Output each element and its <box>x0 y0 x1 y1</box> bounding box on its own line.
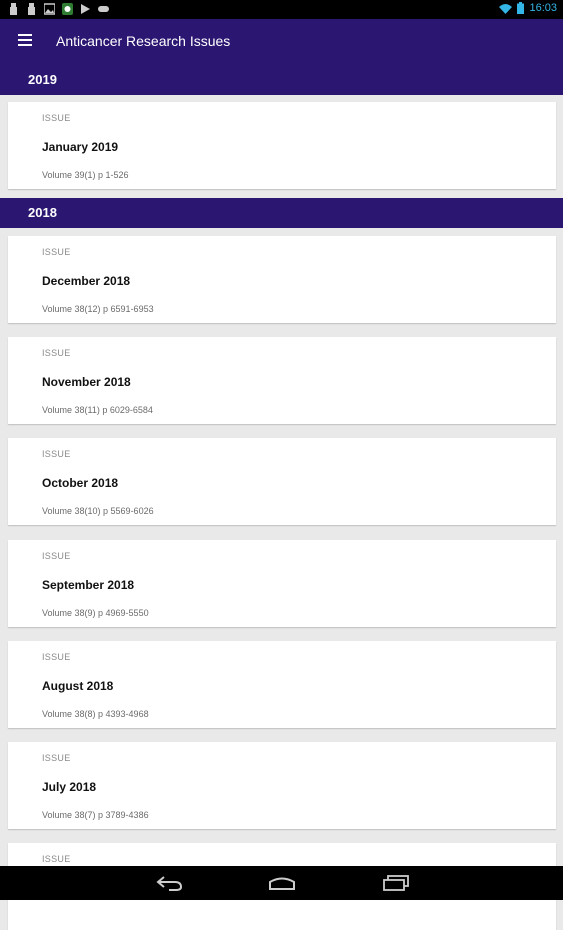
issue-card[interactable]: ISSUE January 2019 Volume 39(1) p 1-526 <box>8 102 556 189</box>
issue-card[interactable]: ISSUE December 2018 Volume 38(12) p 6591… <box>8 236 556 323</box>
issue-type-label: ISSUE <box>42 753 71 763</box>
issue-card[interactable]: ISSUE September 2018 Volume 38(9) p 4969… <box>8 540 556 627</box>
navigation-bar <box>0 866 563 900</box>
play-store-icon <box>81 4 90 14</box>
status-time: 16:03 <box>529 2 557 14</box>
issue-volume: Volume 39(1) p 1-526 <box>42 170 129 180</box>
issue-title: July 2018 <box>42 780 97 794</box>
issue-card[interactable]: ISSUE October 2018 Volume 38(10) p 5569-… <box>8 438 556 525</box>
issue-volume: Volume 38(11) p 6029-6584 <box>42 405 153 415</box>
wifi-icon <box>499 3 513 14</box>
status-notifications <box>8 3 109 15</box>
issue-volume: Volume 38(10) p 5569-6026 <box>42 506 154 516</box>
issue-card[interactable]: ISSUE August 2018 Volume 38(8) p 4393-49… <box>8 641 556 728</box>
issue-type-label: ISSUE <box>42 652 71 662</box>
issue-volume: Volume 38(9) p 4969-5550 <box>42 608 149 618</box>
issue-type-label: ISSUE <box>42 113 71 123</box>
issue-volume: Volume 38(8) p 4393-4968 <box>42 709 149 719</box>
issue-title: September 2018 <box>42 578 135 592</box>
issue-title: November 2018 <box>42 375 131 389</box>
status-system: 16:03 <box>499 2 557 14</box>
battery-icon <box>517 2 525 14</box>
section-header-2019: 2019 <box>0 65 563 95</box>
issue-volume: Volume 38(12) p 6591-6953 <box>42 304 154 314</box>
app-icon <box>62 3 73 15</box>
image-icon <box>44 3 55 15</box>
issue-type-label: ISSUE <box>42 854 71 864</box>
issue-type-label: ISSUE <box>42 551 71 561</box>
app-bar: Anticancer Research Issues <box>0 19 563 65</box>
issue-title: October 2018 <box>42 476 119 490</box>
issue-type-label: ISSUE <box>42 449 71 459</box>
issue-title: August 2018 <box>42 679 114 693</box>
menu-icon[interactable] <box>18 34 32 46</box>
issue-title: January 2019 <box>42 140 119 154</box>
gamepad-icon <box>98 6 109 12</box>
issue-title: December 2018 <box>42 274 131 288</box>
issue-type-label: ISSUE <box>42 247 71 257</box>
issue-type-label: ISSUE <box>42 348 71 358</box>
app-title: Anticancer Research Issues <box>56 33 231 49</box>
issue-card[interactable]: ISSUE July 2018 Volume 38(7) p 3789-4386 <box>8 742 556 829</box>
section-header-2018: 2018 <box>0 198 563 228</box>
status-bar: 16:03 <box>0 0 563 19</box>
recents-icon[interactable] <box>382 875 410 891</box>
notification-icon <box>28 3 35 15</box>
issue-volume: Volume 38(7) p 3789-4386 <box>42 810 149 820</box>
home-icon[interactable] <box>268 875 296 891</box>
back-icon[interactable] <box>155 875 183 891</box>
notification-icon <box>10 3 17 15</box>
issue-card[interactable]: ISSUE November 2018 Volume 38(11) p 6029… <box>8 337 556 424</box>
